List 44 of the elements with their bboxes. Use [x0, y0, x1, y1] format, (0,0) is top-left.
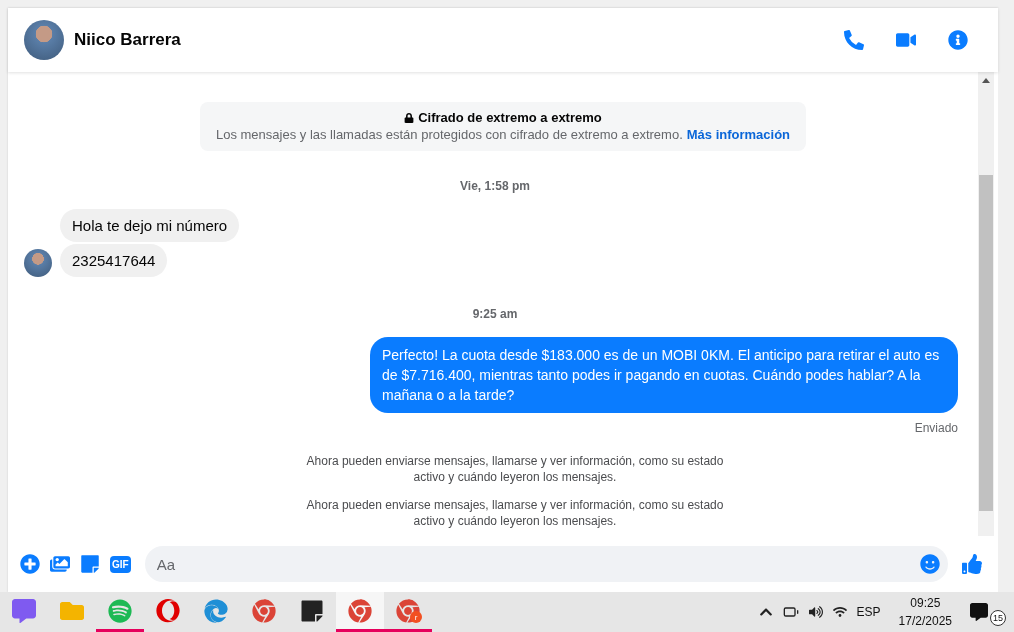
spotify-icon: [108, 598, 132, 623]
chrome-icon: [348, 598, 372, 623]
note-icon: [300, 598, 324, 623]
taskbar-app[interactable]: r: [384, 592, 432, 632]
scroll-up-icon[interactable]: [982, 78, 990, 83]
delivery-status: Enviado: [914, 421, 958, 435]
plus-icon: [20, 554, 40, 574]
chrome-icon: [252, 598, 276, 623]
sticker-icon: [80, 554, 100, 574]
message-input[interactable]: Aa: [144, 546, 948, 582]
app-badge: r: [410, 611, 422, 623]
encryption-text: Los mensajes y las llamadas están protegidos con cifrado de extremo a extremo. Más información: [215, 127, 791, 142]
clock-time[interactable]: 09:25: [910, 596, 941, 610]
notification-count: 15: [990, 610, 1006, 626]
timestamp: 9:25 am: [472, 307, 518, 321]
clock-date[interactable]: 17/2/2025: [898, 614, 952, 628]
chrome-icon: [396, 598, 420, 623]
avatar: [24, 249, 52, 277]
message-bubble: 2325417644: [60, 244, 168, 277]
wifi-icon[interactable]: [832, 605, 847, 619]
timestamp: Vie, 1:58 pm: [460, 179, 530, 193]
notice-text: Ahora pueden enviarse mensajes, llamarse y ver información, como su estado activo y cuándo leyeron los mensajes.: [305, 497, 725, 529]
contact-name: Niico Barrera: [74, 30, 182, 50]
notifications-button[interactable]: [970, 603, 988, 621]
edge-icon: [204, 598, 228, 623]
avatar: [24, 20, 64, 60]
image-icon: [50, 554, 70, 574]
phone-icon: [844, 30, 864, 50]
more-info-link[interactable]: Más información: [686, 127, 791, 142]
scrollbar[interactable]: [978, 72, 994, 536]
language-indicator[interactable]: ESP: [856, 605, 881, 619]
info-icon: [948, 30, 968, 50]
message-bubble: Hola te dejo mi número: [60, 209, 240, 242]
encryption-title: Cifrado de extremo a extremo: [418, 110, 602, 125]
volume-icon[interactable]: [808, 605, 823, 619]
lock-icon: [404, 112, 415, 123]
notice-text: Ahora pueden enviarse mensajes, llamarse y ver información, como su estado activo y cuándo leyeron los mensajes.: [305, 453, 725, 485]
message-bubble: Perfecto! La cuota desde $183.000 es de un MOBI 0KM. El anticipo para retirar el auto es de $7.716.400, mientras tanto podes ir pagando en cuotas. Cuándo podes hablar? A la mañana o a la tarde?: [370, 337, 958, 413]
opera-icon: [156, 598, 180, 623]
chat-icon: [12, 598, 36, 623]
emoji-icon[interactable]: [920, 554, 940, 574]
thumbs-up-icon: [962, 554, 982, 574]
video-camera-icon: [896, 30, 916, 50]
battery-icon[interactable]: [782, 604, 799, 620]
